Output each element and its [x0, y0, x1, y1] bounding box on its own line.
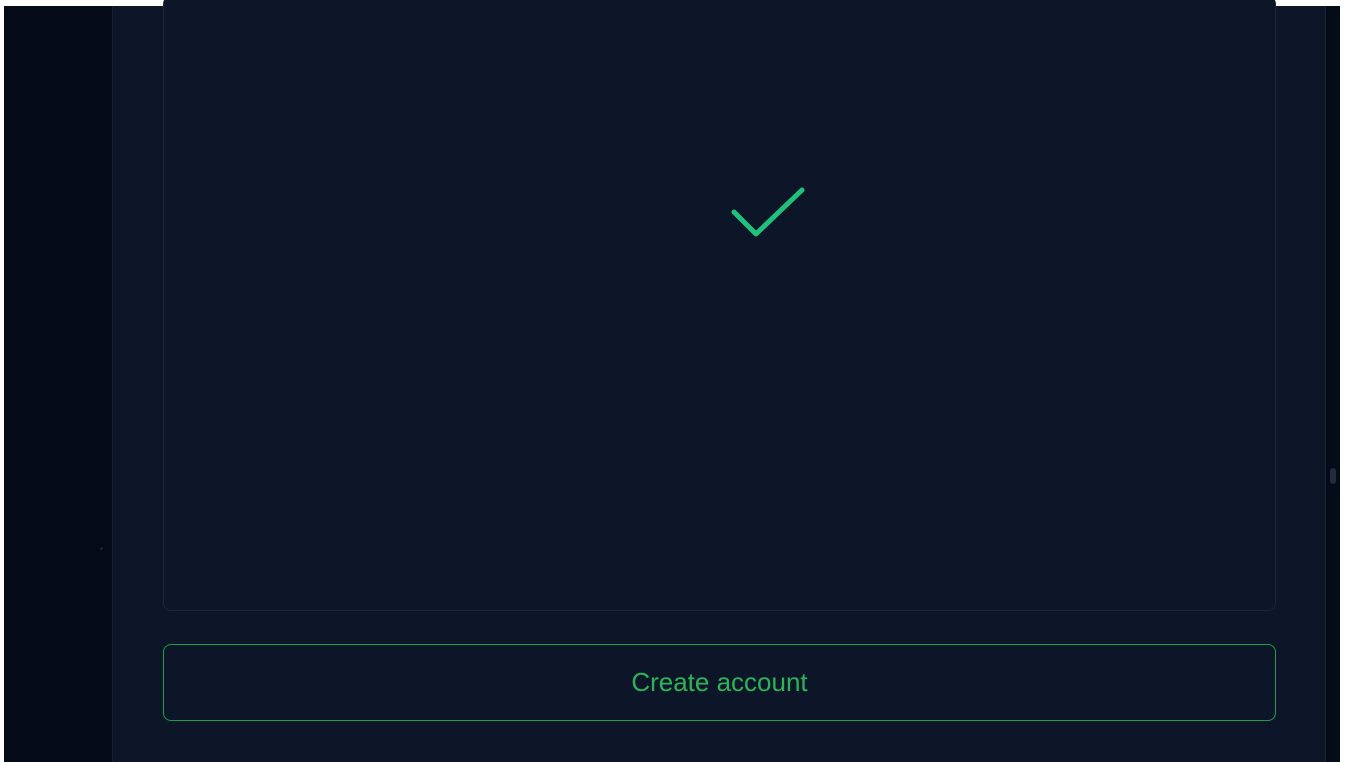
- checkmark-icon: [731, 187, 805, 237]
- app-viewport: Create account: [0, 0, 1354, 762]
- scrollbar-track[interactable]: [1326, 6, 1340, 762]
- scrollbar-thumb[interactable]: [1330, 468, 1336, 484]
- decorative-dot: [100, 547, 103, 550]
- signup-panel: Create account: [112, 0, 1326, 762]
- create-account-button[interactable]: Create account: [163, 644, 1276, 721]
- preview-box: [163, 0, 1276, 611]
